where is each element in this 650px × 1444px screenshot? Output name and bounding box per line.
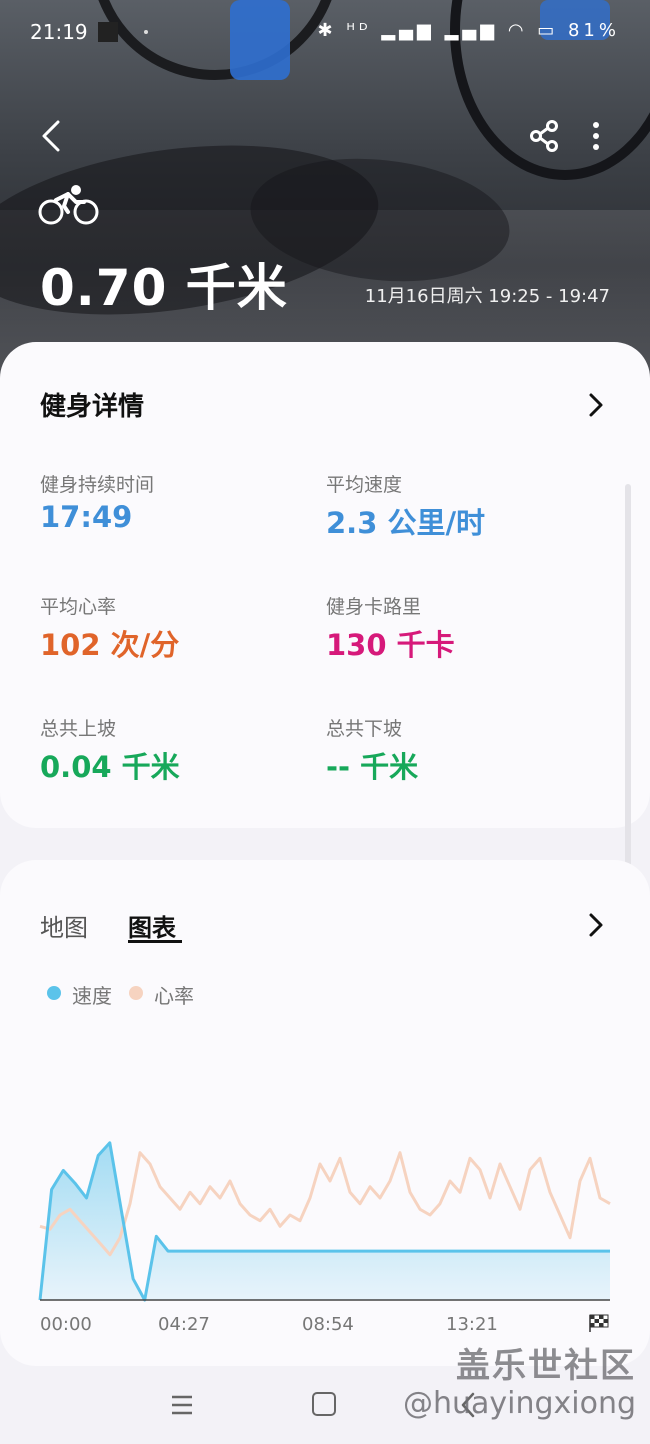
details-title: 健身详情 bbox=[40, 392, 145, 422]
metric-label: 健身持续时间 bbox=[40, 474, 155, 496]
more-options-icon[interactable] bbox=[584, 118, 608, 154]
back-icon[interactable] bbox=[34, 116, 70, 156]
cycling-icon bbox=[38, 185, 99, 225]
total-ascent-value: 0.04 千米 bbox=[40, 750, 180, 784]
chart-card: 地图 图表 速度 心率 00:00 04:27 08:54 13:21 bbox=[0, 860, 650, 1366]
chevron-right-icon[interactable] bbox=[586, 910, 606, 940]
x-tick-label: 00:00 bbox=[40, 1314, 92, 1335]
duration-value: 17:49 bbox=[40, 500, 133, 534]
legend-label-heart-rate: 心率 bbox=[154, 984, 194, 1008]
legend-label-speed: 速度 bbox=[72, 984, 112, 1008]
x-tick-label: 08:54 bbox=[302, 1314, 354, 1335]
legend-dot-speed bbox=[47, 986, 61, 1000]
metric-label: 平均心率 bbox=[40, 596, 117, 618]
watermark-user: @huayingxiong bbox=[402, 1386, 636, 1421]
metric-label: 总共下坡 bbox=[326, 718, 403, 740]
chevron-right-icon[interactable] bbox=[586, 390, 606, 420]
status-bar: 21:19 ✱ ᴴᴰ ▂▄▆ ▂▄▆ ◠ ▭ 81% bbox=[0, 0, 650, 64]
metric-label: 平均速度 bbox=[326, 474, 403, 496]
avg-heart-rate-value: 102 次/分 bbox=[40, 628, 180, 662]
avg-speed-value: 2.3 公里/时 bbox=[326, 506, 486, 540]
active-tab-indicator bbox=[128, 940, 182, 943]
x-tick-label: 13:21 bbox=[446, 1314, 498, 1335]
calories-value: 130 千卡 bbox=[326, 628, 455, 662]
notification-icon bbox=[98, 22, 118, 42]
x-tick-label: 04:27 bbox=[158, 1314, 210, 1335]
workout-details-card[interactable]: 健身详情 健身持续时间 17:49 平均速度 2.3 公里/时 平均心率 102… bbox=[0, 342, 650, 828]
tab-chart[interactable]: 图表 bbox=[128, 908, 176, 943]
distance-total: 0.70 千米 bbox=[40, 259, 288, 317]
watermark-community: 盖乐世社区 bbox=[456, 1346, 636, 1386]
metric-label: 健身卡路里 bbox=[326, 596, 422, 618]
recent-apps-icon[interactable] bbox=[170, 1394, 194, 1416]
metric-label: 总共上坡 bbox=[40, 718, 117, 740]
workout-date-range: 11月16日周六 19:25 - 19:47 bbox=[364, 286, 610, 307]
status-time: 21:19 bbox=[30, 20, 88, 44]
speed-heart-rate-chart bbox=[38, 1141, 611, 1302]
legend-dot-heart-rate bbox=[129, 986, 143, 1000]
status-icons: ✱ ᴴᴰ ▂▄▆ ▂▄▆ ◠ ▭ 81% bbox=[317, 20, 620, 41]
share-icon[interactable] bbox=[528, 118, 560, 154]
home-icon[interactable] bbox=[312, 1392, 336, 1416]
finish-flag-icon bbox=[589, 1314, 609, 1332]
notification-dot-icon bbox=[144, 30, 148, 34]
total-descent-value: -- 千米 bbox=[326, 750, 419, 784]
tab-map[interactable]: 地图 bbox=[40, 908, 88, 943]
